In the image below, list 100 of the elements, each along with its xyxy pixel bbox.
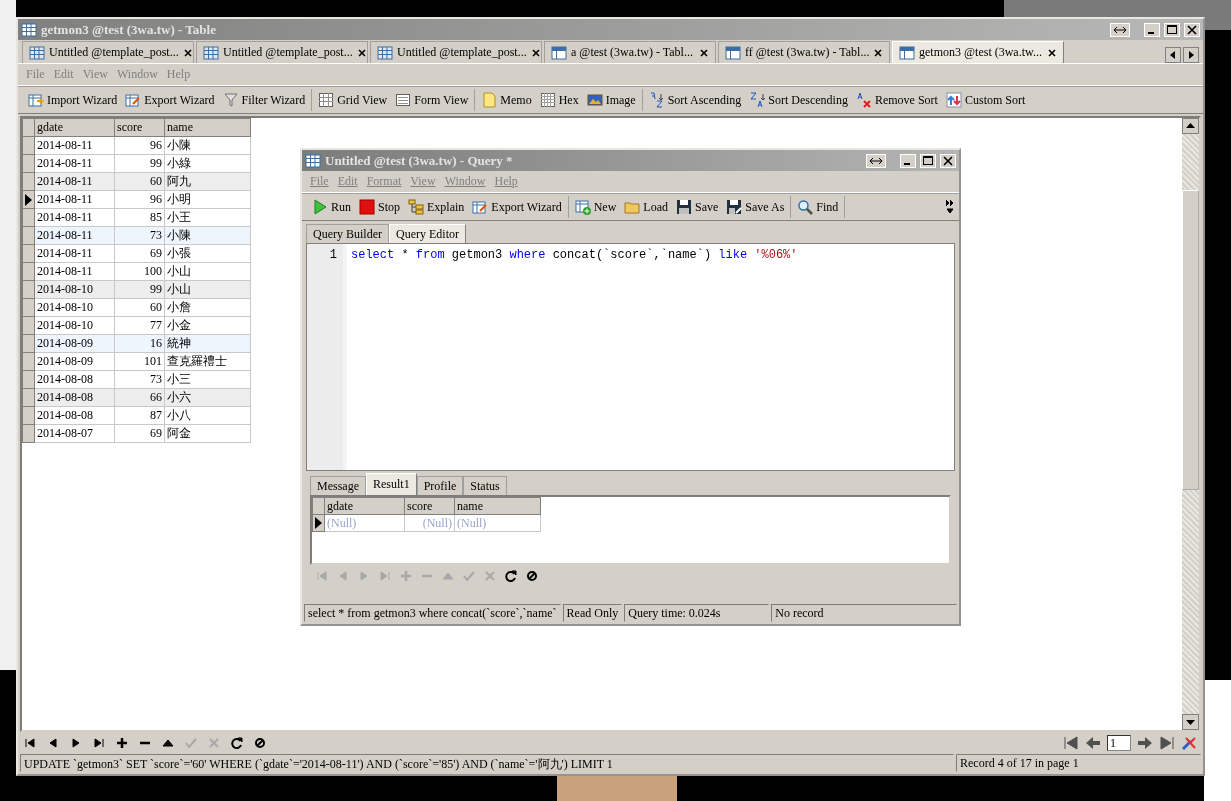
- grid-icon: [539, 92, 556, 108]
- status-field: No record: [771, 604, 957, 622]
- up-triangle-icon[interactable]: [162, 737, 174, 749]
- minimize-icon[interactable]: [1144, 22, 1160, 37]
- grid-icon: [377, 44, 393, 61]
- table-icon: [725, 44, 741, 61]
- document-tab[interactable]: Untitled @template_post...: [196, 41, 368, 63]
- picture-icon: [586, 92, 603, 108]
- toolbar-button[interactable]: Run: [312, 199, 351, 215]
- refresh-icon[interactable]: [505, 570, 517, 582]
- toolbar-button[interactable]: Memo: [481, 92, 532, 108]
- toolbar-button[interactable]: Explain: [408, 199, 465, 215]
- minimize-icon[interactable]: [900, 153, 916, 168]
- column-header[interactable]: score: [114, 118, 165, 137]
- toolbar-button[interactable]: Export Wizard: [125, 92, 215, 108]
- plus-icon[interactable]: [116, 737, 128, 749]
- close-icon[interactable]: [699, 47, 709, 58]
- previous-page-icon[interactable]: [1085, 735, 1101, 751]
- document-tab[interactable]: ff @test (3wa.tw) - Tabl...: [718, 41, 890, 63]
- column-header[interactable]: gdate: [34, 118, 115, 137]
- record-count: Record 4 of 17 in page 1: [956, 754, 1201, 772]
- stop-icon: [359, 199, 375, 215]
- resize-arrows-icon[interactable]: [866, 153, 886, 168]
- toolbar-button[interactable]: Stop: [359, 199, 401, 215]
- search-icon: [797, 199, 814, 215]
- toolbar-button[interactable]: Custom Sort: [945, 92, 1026, 108]
- toolbar-button[interactable]: Sort Descending: [749, 92, 848, 108]
- toolbar-button[interactable]: Load: [624, 199, 668, 215]
- scrollbar[interactable]: [1182, 118, 1199, 730]
- close-icon[interactable]: [530, 47, 541, 58]
- close-icon[interactable]: [182, 47, 193, 58]
- toolbar-button[interactable]: Export Wizard: [472, 199, 562, 215]
- column-header[interactable]: score: [404, 497, 455, 515]
- last-record-icon[interactable]: [93, 737, 105, 749]
- toolbar-button[interactable]: Save: [675, 199, 719, 215]
- toolbar-button[interactable]: Form View: [395, 92, 469, 108]
- toolbar-button[interactable]: Grid View: [318, 92, 388, 108]
- code-editor[interactable]: 1 select * from getmon3 where concat(`score`,`name`) like '%06%': [306, 243, 955, 471]
- stop-sign-icon[interactable]: [526, 570, 538, 582]
- table-arrow-icon: [28, 92, 44, 108]
- close-icon[interactable]: [873, 47, 884, 58]
- document-tab[interactable]: Untitled @template_post...: [22, 41, 194, 63]
- table-plus-icon: [574, 199, 591, 215]
- next-record-icon[interactable]: [70, 737, 82, 749]
- toolbar-button[interactable]: Filter Wizard: [222, 92, 306, 108]
- funnel-icon: [222, 92, 239, 108]
- close-icon[interactable]: [1047, 47, 1057, 58]
- maximize-icon[interactable]: [920, 153, 936, 168]
- more-icon[interactable]: [945, 199, 955, 215]
- maximize-icon[interactable]: [1164, 22, 1180, 37]
- table-cell: (Null): [404, 514, 455, 532]
- toolbar-button[interactable]: Image: [586, 92, 636, 108]
- toolbar-button[interactable]: New: [574, 199, 617, 215]
- column-header[interactable]: name: [454, 497, 541, 515]
- result-tab[interactable]: Message: [310, 476, 366, 495]
- sort-arrows-icon: [945, 92, 962, 108]
- scroll-left-icon[interactable]: [1165, 47, 1181, 63]
- stop-sign-icon[interactable]: [254, 737, 266, 749]
- floppy-icon: [726, 199, 743, 215]
- result-tab[interactable]: Status: [463, 476, 507, 495]
- sort-descending-icon: [749, 92, 766, 108]
- table-icon: [21, 21, 37, 38]
- document-tab[interactable]: getmon3 @test (3wa.tw...: [892, 41, 1064, 63]
- scroll-down-icon[interactable]: [1182, 714, 1199, 730]
- status-field: Read Only: [562, 604, 623, 622]
- table-arrow-icon: [472, 199, 489, 215]
- last-page-icon[interactable]: [1159, 735, 1175, 751]
- status-message: UPDATE `getmon3` SET `score`='60' WHERE (`gdate`='2014-08-11') AND (`score`='85') AND (`name`='阿九') LIMIT 1: [20, 754, 954, 772]
- editor-tab[interactable]: Query Builder: [306, 224, 389, 243]
- page-number-field[interactable]: 1: [1107, 735, 1131, 751]
- first-record-icon[interactable]: [24, 737, 36, 749]
- tools-icon[interactable]: [1181, 735, 1197, 751]
- play-icon: [312, 199, 328, 215]
- column-header[interactable]: name: [164, 118, 251, 137]
- previous-record-icon[interactable]: [47, 737, 59, 749]
- status-field: Query time: 0.024s: [624, 604, 770, 622]
- toolbar-button[interactable]: Save As: [726, 199, 785, 215]
- document-tab[interactable]: Untitled @template_post...: [370, 41, 542, 63]
- pointer-icon: [313, 516, 323, 530]
- toolbar-button[interactable]: Find: [797, 199, 839, 215]
- resize-arrows-icon[interactable]: [1110, 22, 1130, 37]
- scroll-up-icon[interactable]: [1182, 118, 1199, 134]
- table-icon: [899, 44, 915, 61]
- scroll-right-icon[interactable]: [1183, 47, 1199, 63]
- column-header[interactable]: gdate: [324, 497, 405, 515]
- toolbar-button[interactable]: Sort Ascending: [648, 92, 742, 108]
- next-page-icon[interactable]: [1137, 735, 1153, 751]
- document-tab[interactable]: a @test (3wa.tw) - Tabl...: [544, 41, 716, 63]
- line-number: 1: [329, 248, 337, 262]
- first-page-icon[interactable]: [1063, 735, 1079, 751]
- close-icon[interactable]: [356, 47, 367, 58]
- toolbar-button[interactable]: Remove Sort: [855, 92, 938, 108]
- result-tab[interactable]: Result1: [366, 473, 417, 495]
- refresh-icon[interactable]: [231, 737, 243, 749]
- editor-tab[interactable]: Query Editor: [389, 224, 466, 243]
- grid-icon: [203, 44, 219, 61]
- toolbar-button[interactable]: Hex: [539, 92, 579, 108]
- window-title: getmon3 @test (3wa.tw) - Table: [41, 21, 216, 38]
- toolbar-button[interactable]: Import Wizard: [28, 92, 118, 108]
- result-tab[interactable]: Profile: [416, 476, 464, 495]
